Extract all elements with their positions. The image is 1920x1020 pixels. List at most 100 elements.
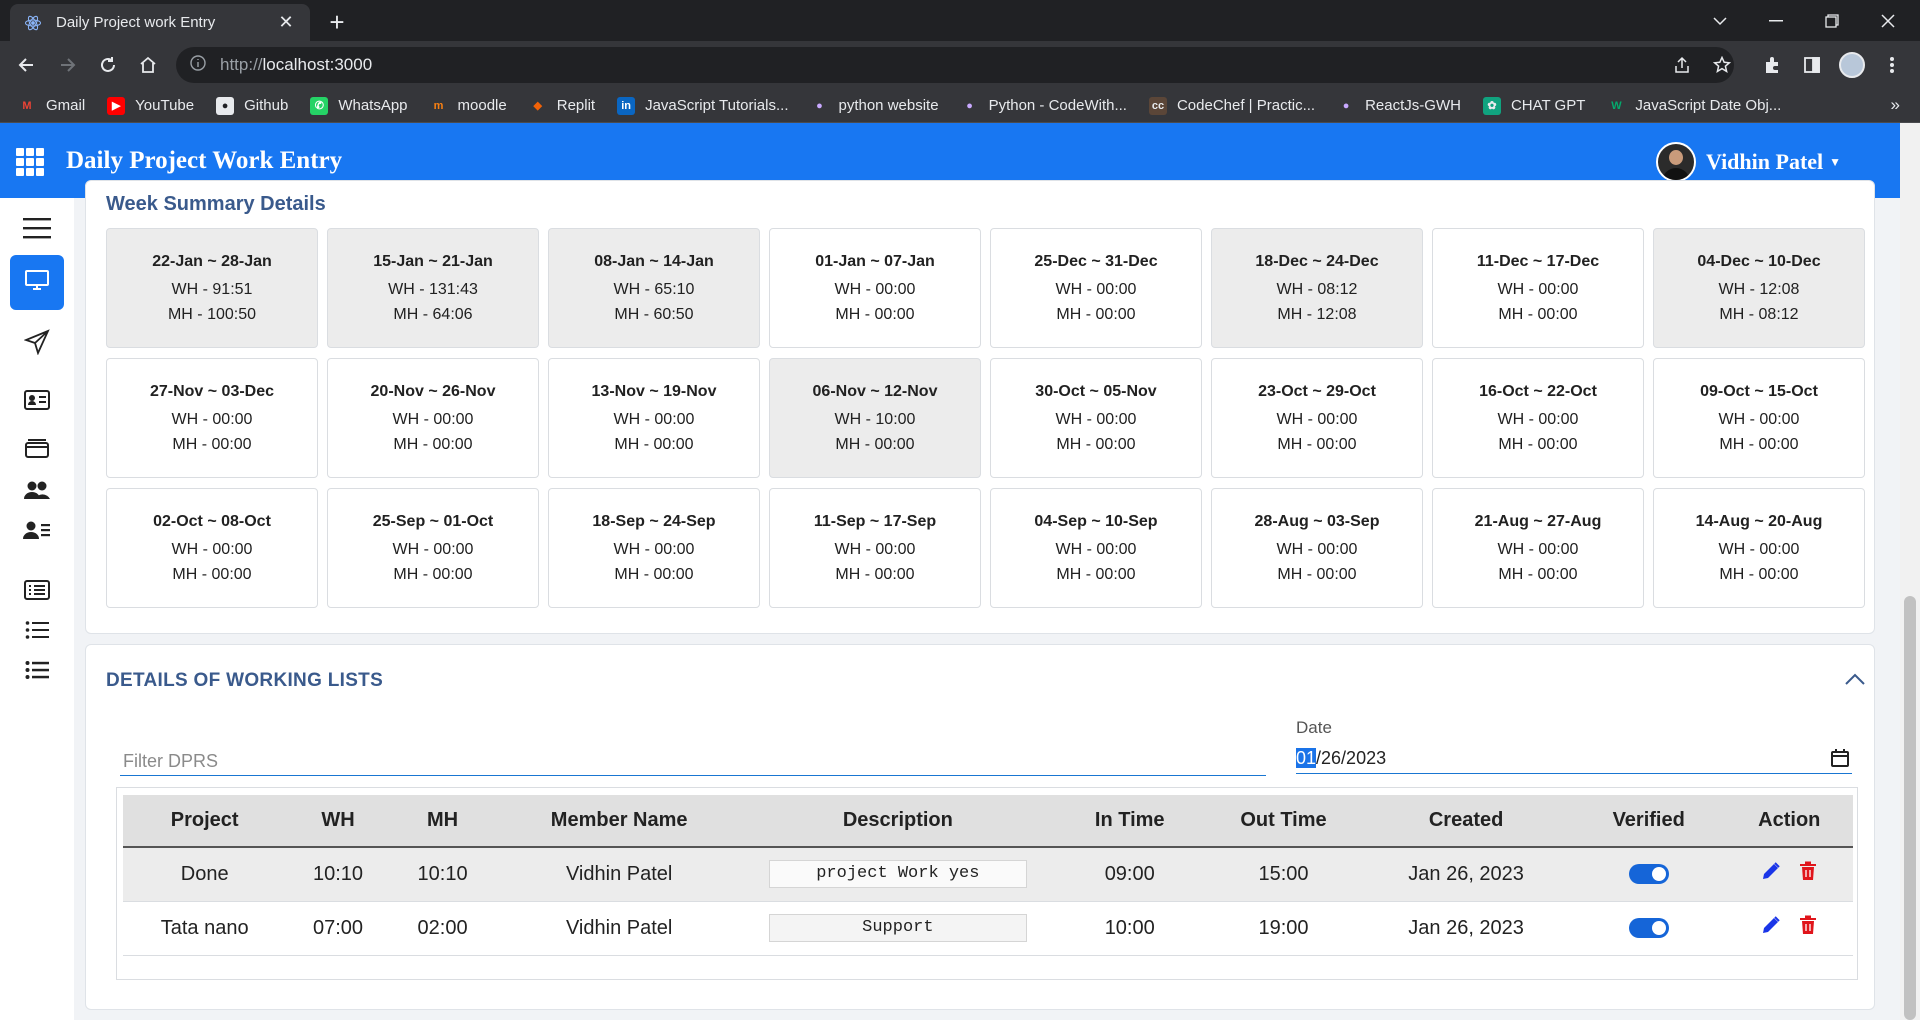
week-card[interactable]: 08-Jan ~ 14-Jan WH - 65:10 MH - 60:50 [548, 228, 760, 348]
filter-input[interactable] [120, 748, 1266, 776]
week-card[interactable]: 25-Dec ~ 31-Dec WH - 00:00 MH - 00:00 [990, 228, 1202, 348]
bookmark-item[interactable]: ● Python - CodeWith... [961, 97, 1127, 115]
chevron-up-icon[interactable] [1844, 672, 1866, 691]
sidebar-item-send[interactable] [10, 324, 64, 364]
menu-kebab-icon[interactable] [1876, 49, 1908, 81]
verified-toggle[interactable] [1628, 864, 1669, 885]
sidebar-item-profile[interactable] [10, 382, 64, 422]
column-header[interactable]: Action [1725, 795, 1853, 848]
week-card[interactable]: 20-Nov ~ 26-Nov WH - 00:00 MH - 00:00 [327, 358, 539, 478]
week-card[interactable]: 11-Dec ~ 17-Dec WH - 00:00 MH - 00:00 [1432, 228, 1644, 348]
column-header[interactable]: Project [123, 795, 287, 848]
restore-icon[interactable] [1804, 0, 1860, 41]
verified-toggle[interactable] [1628, 918, 1669, 939]
bookmark-item[interactable]: ✿ CHAT GPT [1482, 96, 1585, 115]
bookmarks-more-button[interactable]: » [1891, 95, 1900, 115]
sidebar-item-members[interactable] [10, 512, 64, 552]
bulleted-list-icon [25, 660, 49, 685]
week-card[interactable]: 01-Jan ~ 07-Jan WH - 00:00 MH - 00:00 [769, 228, 981, 348]
column-header[interactable]: Out Time [1206, 795, 1361, 848]
column-header[interactable]: In Time [1052, 795, 1207, 848]
bookmark-item[interactable]: M Gmail [18, 97, 85, 115]
week-card[interactable]: 27-Nov ~ 03-Dec WH - 00:00 MH - 00:00 [106, 358, 318, 478]
week-card[interactable]: 04-Dec ~ 10-Dec WH - 12:08 MH - 08:12 [1653, 228, 1865, 348]
hamburger-menu-icon[interactable] [10, 208, 64, 248]
profile-avatar-icon[interactable] [1836, 49, 1868, 81]
week-card[interactable]: 28-Aug ~ 03-Sep WH - 00:00 MH - 00:00 [1211, 488, 1423, 608]
week-card[interactable]: 04-Sep ~ 10-Sep WH - 00:00 MH - 00:00 [990, 488, 1202, 608]
site-info-icon[interactable] [190, 54, 206, 76]
week-card[interactable]: 16-Oct ~ 22-Oct WH - 00:00 MH - 00:00 [1432, 358, 1644, 478]
close-window-icon[interactable] [1860, 0, 1916, 41]
week-work-hours: WH - 131:43 [388, 281, 478, 298]
bookmark-label: CodeChef | Practic... [1176, 97, 1316, 114]
week-card[interactable]: 11-Sep ~ 17-Sep WH - 00:00 MH - 00:00 [769, 488, 981, 608]
edit-pencil-icon[interactable] [1761, 915, 1781, 941]
id-card-icon [24, 389, 50, 415]
side-panel-icon[interactable] [1796, 49, 1828, 81]
delete-trash-icon[interactable] [1799, 915, 1817, 941]
week-card[interactable]: 02-Oct ~ 08-Oct WH - 00:00 MH - 00:00 [106, 488, 318, 608]
week-range: 09-Oct ~ 15-Oct [1700, 383, 1818, 400]
working-list-table-container: Project WH MH Member Name Description In Time… [116, 787, 1858, 980]
sidebar-item-reports[interactable] [10, 652, 64, 692]
bookmark-item[interactable]: W JavaScript Date Obj... [1607, 97, 1781, 115]
bookmark-star-icon[interactable] [1706, 49, 1738, 81]
week-work-hours: WH - 65:10 [613, 281, 695, 298]
bookmark-item[interactable]: ● Github [216, 96, 288, 115]
sidebar-item-dashboard[interactable] [10, 255, 64, 310]
week-card[interactable]: 06-Nov ~ 12-Nov WH - 10:00 MH - 00:00 [769, 358, 981, 478]
new-tab-button[interactable]: + [322, 8, 352, 38]
tab-search-icon[interactable] [1692, 0, 1748, 41]
week-card[interactable]: 18-Sep ~ 24-Sep WH - 00:00 MH - 00:00 [548, 488, 760, 608]
date-input[interactable]: 01/26/2023 [1296, 744, 1852, 774]
column-header[interactable]: MH [389, 795, 496, 848]
sidebar-item-list[interactable] [10, 612, 64, 652]
week-card[interactable]: 13-Nov ~ 19-Nov WH - 00:00 MH - 00:00 [548, 358, 760, 478]
week-card[interactable]: 15-Jan ~ 21-Jan WH - 131:43 MH - 64:06 [327, 228, 539, 348]
column-header[interactable]: Created [1360, 795, 1572, 848]
scrollbar-thumb[interactable] [1904, 596, 1916, 1020]
bookmark-item[interactable]: ✆ WhatsApp [310, 96, 408, 115]
extensions-icon[interactable] [1756, 49, 1788, 81]
address-bar[interactable]: http://localhost:3000 [176, 47, 1734, 83]
week-card[interactable]: 22-Jan ~ 28-Jan WH - 91:51 MH - 100:50 [106, 228, 318, 348]
column-header[interactable]: WH [286, 795, 390, 848]
sidebar-item-team[interactable] [10, 472, 64, 512]
sidebar-item-entries[interactable] [10, 572, 64, 612]
calendar-icon[interactable] [1830, 748, 1850, 773]
edit-pencil-icon[interactable] [1761, 861, 1781, 887]
apps-grid-icon[interactable] [16, 148, 44, 176]
browser-tab[interactable]: Daily Project work Entry ✕ [10, 4, 310, 41]
week-card[interactable]: 09-Oct ~ 15-Oct WH - 00:00 MH - 00:00 [1653, 358, 1865, 478]
forward-icon[interactable] [52, 49, 84, 81]
week-card[interactable]: 14-Aug ~ 20-Aug WH - 00:00 MH - 00:00 [1653, 488, 1865, 608]
column-header[interactable]: Member Name [495, 795, 743, 848]
table-row: Tata nano 07:00 02:00 Vidhin Patel Support 10… [123, 901, 1853, 956]
minimize-icon[interactable] [1748, 0, 1804, 41]
week-card[interactable]: 21-Aug ~ 27-Aug WH - 00:00 MH - 00:00 [1432, 488, 1644, 608]
week-cards-grid: 22-Jan ~ 28-Jan WH - 91:51 MH - 100:50 15-J… [106, 228, 1869, 608]
bookmark-item[interactable]: in JavaScript Tutorials... [617, 96, 788, 115]
week-card[interactable]: 18-Dec ~ 24-Dec WH - 08:12 MH - 12:08 [1211, 228, 1423, 348]
column-header[interactable]: Verified [1571, 795, 1726, 848]
share-icon[interactable] [1666, 49, 1698, 81]
column-header[interactable]: Description [742, 795, 1053, 848]
tab-close-icon[interactable]: ✕ [276, 12, 296, 33]
bookmark-item[interactable]: ● ReactJs-GWH [1337, 97, 1461, 115]
bookmark-item[interactable]: cc CodeChef | Practic... [1148, 96, 1316, 115]
week-range: 22-Jan ~ 28-Jan [152, 253, 272, 270]
bookmark-item[interactable]: ● python website [810, 97, 938, 115]
bookmark-item[interactable]: ▶ YouTube [107, 96, 194, 115]
reload-icon[interactable] [92, 49, 124, 81]
sidebar-item-cards[interactable] [10, 430, 64, 470]
bookmark-item[interactable]: m moodle [430, 97, 507, 115]
bookmark-item[interactable]: ◆ Replit [529, 97, 596, 115]
back-icon[interactable] [10, 49, 42, 81]
week-card[interactable]: 30-Oct ~ 05-Nov WH - 00:00 MH - 00:00 [990, 358, 1202, 478]
home-icon[interactable] [132, 49, 164, 81]
delete-trash-icon[interactable] [1799, 861, 1817, 887]
week-card[interactable]: 23-Oct ~ 29-Oct WH - 00:00 MH - 00:00 [1211, 358, 1423, 478]
user-menu[interactable]: Vidhin Patel ▼ [1656, 142, 1841, 182]
week-card[interactable]: 25-Sep ~ 01-Oct WH - 00:00 MH - 00:00 [327, 488, 539, 608]
